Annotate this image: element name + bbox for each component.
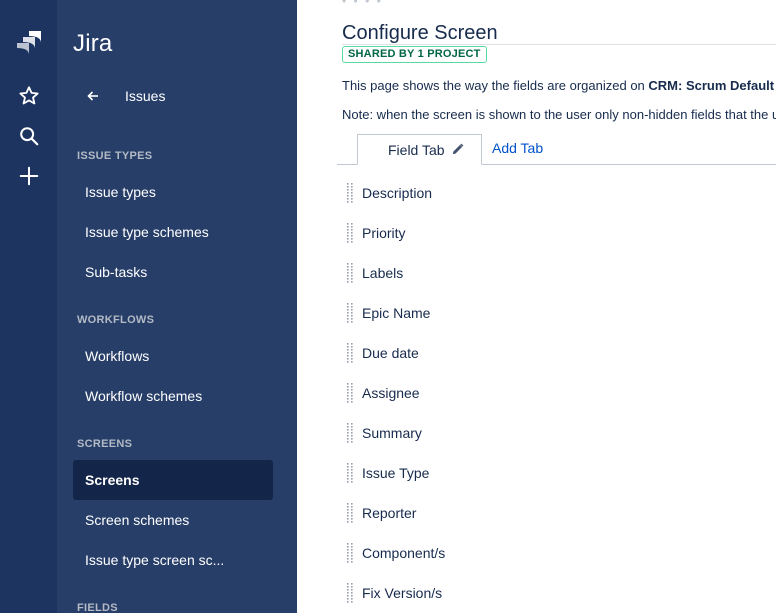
- field-row[interactable]: Assignee: [345, 381, 420, 405]
- field-name: Due date: [362, 345, 419, 361]
- app: Jira Issues ISSUE TYPES Issue types Issu…: [0, 0, 776, 613]
- sidebar-item-issue-types[interactable]: Issue types: [73, 172, 273, 212]
- field-name: Component/s: [362, 545, 446, 561]
- tab-field-tab-label: Field Tab: [388, 141, 445, 158]
- drag-handle-icon[interactable]: [345, 502, 355, 524]
- page-title: Configure Screen: [342, 22, 498, 44]
- back-label: Issues: [125, 88, 166, 104]
- drag-handle-icon[interactable]: [345, 382, 355, 404]
- drag-handle-icon[interactable]: [345, 422, 355, 444]
- search-icon[interactable]: [13, 120, 45, 152]
- screen-name: CRM: Scrum Default Issue Screen: [648, 78, 776, 93]
- section-heading-workflows: WORKFLOWS: [77, 314, 155, 326]
- drag-handle-icon[interactable]: [345, 582, 355, 604]
- field-row[interactable]: Summary: [345, 421, 422, 445]
- field-name: Fix Version/s: [362, 585, 443, 601]
- project-sidebar: Jira Issues ISSUE TYPES Issue types Issu…: [57, 0, 297, 613]
- pencil-icon[interactable]: [451, 143, 465, 157]
- section-heading-fields: FIELDS: [77, 602, 118, 613]
- field-row[interactable]: Labels: [345, 261, 403, 285]
- breadcrumb-dots: • • • •: [342, 0, 383, 8]
- arrow-left-icon: [85, 88, 101, 104]
- plus-icon[interactable]: [13, 160, 45, 192]
- field-name: Description: [362, 185, 433, 201]
- field-name: Issue Type: [362, 465, 430, 481]
- sidebar-item-issue-type-screen-schemes[interactable]: Issue type screen sc...: [73, 540, 273, 580]
- jira-logo-icon[interactable]: [14, 28, 44, 58]
- field-row[interactable]: Component/s: [345, 541, 445, 565]
- field-row[interactable]: Fix Version/s: [345, 581, 442, 605]
- field-row[interactable]: Priority: [345, 221, 406, 245]
- shared-by-project-badge[interactable]: SHARED BY 1 PROJECT: [342, 46, 487, 63]
- sidebar-item-screens[interactable]: Screens: [73, 460, 273, 500]
- section-heading-issue-types: ISSUE TYPES: [77, 150, 153, 162]
- product-title[interactable]: Jira: [73, 30, 112, 58]
- screen-note: Note: when the screen is shown to the us…: [342, 107, 776, 122]
- field-name: Summary: [362, 425, 422, 441]
- tab-field-tab[interactable]: Field Tab: [357, 134, 482, 165]
- drag-handle-icon[interactable]: [345, 222, 355, 244]
- add-tab-link[interactable]: Add Tab: [492, 140, 543, 156]
- sidebar-item-workflows[interactable]: Workflows: [73, 336, 273, 376]
- sidebar-item-issue-type-schemes[interactable]: Issue type schemes: [73, 212, 273, 252]
- field-row[interactable]: Issue Type: [345, 461, 429, 485]
- main-content: • • • • Configure Screen SHARED BY 1 PRO…: [297, 0, 776, 613]
- description-prefix: This page shows the way the fields are o…: [342, 78, 649, 93]
- field-row[interactable]: Epic Name: [345, 301, 430, 325]
- drag-handle-icon[interactable]: [345, 342, 355, 364]
- drag-handle-icon[interactable]: [345, 262, 355, 284]
- drag-handle-icon[interactable]: [345, 182, 355, 204]
- title-divider: [342, 44, 776, 45]
- field-name: Priority: [362, 225, 406, 241]
- field-name: Labels: [362, 265, 404, 281]
- back-to-issues-link[interactable]: Issues: [85, 86, 165, 106]
- sidebar-item-sub-tasks[interactable]: Sub-tasks: [73, 252, 273, 292]
- field-name: Assignee: [362, 385, 420, 401]
- field-row[interactable]: Reporter: [345, 501, 416, 525]
- screen-description: This page shows the way the fields are o…: [342, 78, 776, 93]
- global-rail: [0, 0, 57, 613]
- star-icon[interactable]: [13, 80, 45, 112]
- field-name: Epic Name: [362, 305, 431, 321]
- drag-handle-icon[interactable]: [345, 542, 355, 564]
- sidebar-item-screen-schemes[interactable]: Screen schemes: [73, 500, 273, 540]
- drag-handle-icon[interactable]: [345, 462, 355, 484]
- sidebar-item-workflow-schemes[interactable]: Workflow schemes: [73, 376, 273, 416]
- drag-handle-icon[interactable]: [345, 302, 355, 324]
- field-row[interactable]: Due date: [345, 341, 419, 365]
- section-heading-screens: SCREENS: [77, 438, 133, 450]
- field-name: Reporter: [362, 505, 417, 521]
- field-row[interactable]: Description: [345, 181, 432, 205]
